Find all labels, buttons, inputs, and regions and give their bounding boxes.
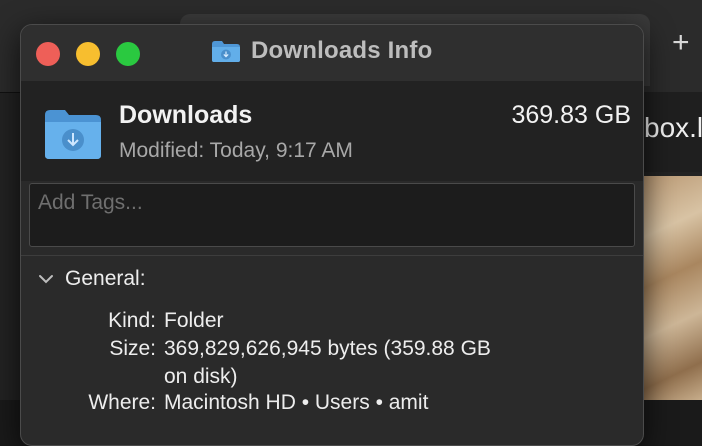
close-button[interactable] [36,42,60,66]
window-titlebar[interactable]: Downloads Info [21,25,643,81]
background-partial-text: box.l [644,112,702,143]
window-title: Downloads Info [211,37,432,65]
info-key: Kind: [108,309,156,332]
tags-input[interactable] [36,190,600,216]
info-value-continued: on disk) [164,365,238,388]
background-photo [640,176,702,400]
item-name: Downloads [119,101,253,129]
item-summary: Downloads 369.83 GB Modified: Today, 9:1… [21,81,643,181]
info-value: Folder [164,309,224,332]
info-value: Macintosh HD • Users • amit [164,391,429,414]
info-window: Downloads Info Downloads 369.83 GB Modif… [20,24,644,446]
zoom-button[interactable] [116,42,140,66]
folder-download-icon [45,110,101,159]
info-key: Size: [109,337,156,360]
general-section-toggle[interactable]: General: [37,267,146,291]
chevron-down-icon [39,275,53,284]
minimize-button[interactable] [76,42,100,66]
window-title-text: Downloads Info [251,37,433,64]
item-modified: Modified: Today, 9:17 AM [119,139,353,162]
tags-field[interactable] [29,183,635,247]
info-value: 369,829,626,945 bytes (359.88 GB [164,337,491,360]
new-tab-button[interactable]: + [672,26,690,60]
info-row-kind: Kind: Folder [21,309,643,335]
info-row-size: Size: 369,829,626,945 bytes (359.88 GB o… [21,337,643,391]
info-row-where: Where: Macintosh HD • Users • amit [21,391,643,417]
item-size: 369.83 GB [511,101,631,129]
info-key: Where: [88,391,156,414]
folder-download-icon [212,41,240,62]
section-divider [21,255,643,256]
general-section-label: General: [65,267,146,290]
